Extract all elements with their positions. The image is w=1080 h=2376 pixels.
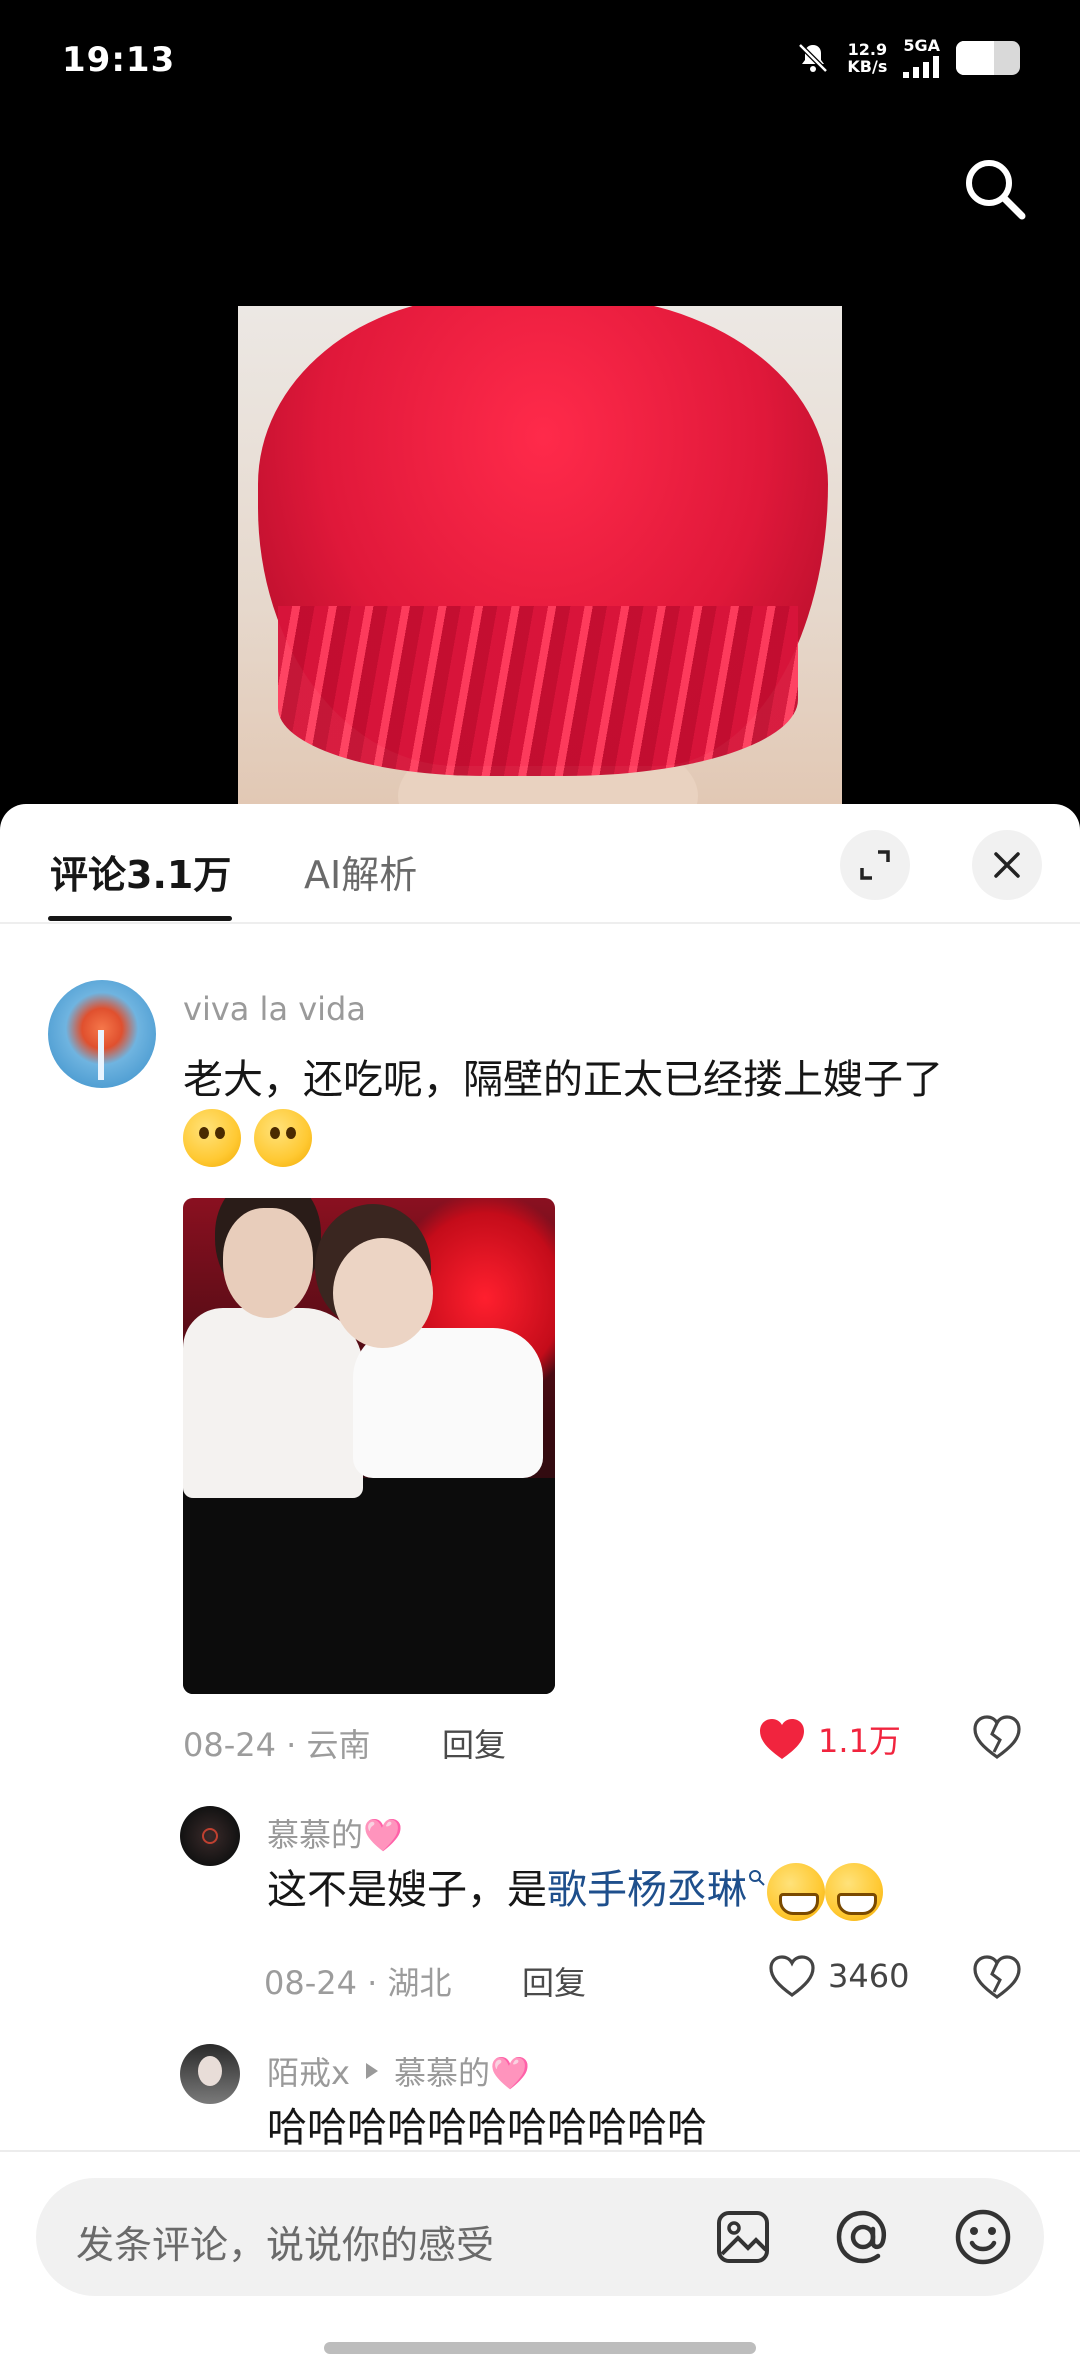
comment-input[interactable]: 发条评论，说说你的感受: [76, 2214, 494, 2269]
thinking-emoji: [253, 1109, 312, 1167]
tab-comments[interactable]: 评论3.1万: [50, 844, 231, 899]
search-icon: [966, 160, 1026, 220]
reply-location: 湖北: [387, 1964, 452, 2002]
video-preview[interactable]: [238, 306, 842, 806]
avatar[interactable]: [180, 1806, 240, 1866]
reply-username[interactable]: 陌戒x: [267, 2048, 350, 2094]
like-button[interactable]: 1.1万: [758, 1716, 901, 1762]
status-bar: 19:13 12.9 KB/s 5GA: [0, 0, 1080, 120]
comment-text-body: 老大，还吃呢，隔壁的正太已经搂上嫂子了: [183, 1057, 943, 1103]
battery-icon: [956, 41, 1020, 75]
image-button[interactable]: [708, 2202, 778, 2272]
mention-button[interactable]: [828, 2202, 898, 2272]
reply-button[interactable]: 回复: [442, 1720, 506, 1766]
like-count: 1.1万: [818, 1722, 901, 1760]
smiley-icon: [955, 2209, 1011, 2265]
signal-bars-icon: [903, 56, 940, 78]
grinning-emoji: [825, 1863, 883, 1921]
avatar[interactable]: [180, 2044, 240, 2104]
expand-button[interactable]: [840, 830, 910, 900]
video-hair-fringe: [278, 606, 798, 776]
reply-date: 08-24: [264, 1964, 357, 2002]
at-mention-icon: [836, 2210, 887, 2264]
comment-tabs: 评论3.1万 AI解析: [0, 804, 1080, 924]
comment-image[interactable]: [183, 1198, 555, 1694]
active-tab-underline: [48, 916, 232, 921]
broken-heart-icon: [973, 1955, 1021, 1999]
status-icons: 12.9 KB/s 5GA: [795, 38, 1020, 78]
expand-icon: [860, 850, 890, 880]
like-button[interactable]: 3460: [768, 1954, 909, 1998]
reply-meta: 08-24 · 湖北: [264, 1964, 452, 2002]
close-icon: [994, 852, 1020, 878]
network-type: 5GA: [903, 36, 940, 55]
avatar[interactable]: [48, 980, 156, 1088]
reply-header: 陌戒x 慕慕的🩷: [267, 2048, 530, 2094]
tab-ai-analysis[interactable]: AI解析: [304, 844, 417, 899]
comment-date: 08-24: [183, 1726, 276, 1764]
avatar-detail: [198, 2056, 222, 2086]
comment-location: 云南: [306, 1726, 371, 1764]
reply-text: 哈哈哈哈哈哈哈哈哈哈哈: [267, 2100, 1047, 2156]
home-indicator[interactable]: [324, 2342, 756, 2354]
emoji-button[interactable]: [948, 2202, 1018, 2272]
cellular-signal: 5GA: [903, 38, 940, 78]
reply-button[interactable]: 回复: [522, 1958, 586, 2004]
network-speed-value: 12.9: [847, 40, 888, 59]
network-speed-unit: KB/s: [847, 57, 888, 76]
comment-input-bar[interactable]: 发条评论，说说你的感受: [36, 2178, 1044, 2296]
dislike-button[interactable]: [972, 1954, 1022, 2004]
reply-text: 这不是嫂子，是歌手杨丞琳: [267, 1862, 1047, 1921]
reply-to-username[interactable]: 慕慕的🩷: [394, 2048, 530, 2094]
image-white-shirt: [183, 1308, 363, 1498]
mute-bell-icon: [798, 43, 829, 73]
reply-text-body: 这不是嫂子，是: [267, 1867, 547, 1913]
network-speed: 12.9 KB/s: [847, 41, 887, 75]
reply-arrow-icon: [365, 2063, 378, 2079]
comment-username[interactable]: viva la vida: [183, 990, 366, 1028]
close-button[interactable]: [972, 830, 1042, 900]
singer-link[interactable]: 歌手杨丞琳: [547, 1867, 747, 1913]
battery-fill: [956, 41, 995, 75]
search-button[interactable]: [960, 154, 1030, 224]
comment-meta: 08-24 · 云南: [183, 1726, 371, 1764]
image-person: [333, 1238, 433, 1348]
divider: [0, 2150, 1080, 2152]
reply-text-body: 哈哈哈哈哈哈哈哈哈哈哈: [267, 2105, 707, 2151]
search-small-icon: [749, 1870, 765, 1886]
image-dark-clothes: [183, 1478, 555, 1694]
status-time: 19:13: [62, 40, 176, 80]
avatar-detail: [202, 1828, 218, 1844]
comment-sheet: 评论3.1万 AI解析 viva la vida 老大，还吃呢，隔壁的正太已经搂…: [0, 804, 1080, 2376]
avatar-detail: [98, 1030, 104, 1080]
dislike-button[interactable]: [972, 1714, 1022, 1764]
broken-heart-icon: [973, 1715, 1021, 1759]
heart-filled-icon: [760, 1719, 804, 1759]
reply-username[interactable]: 慕慕的🩷: [267, 1810, 403, 1856]
grinning-emoji: [767, 1863, 825, 1921]
comment-text: 老大，还吃呢，隔壁的正太已经搂上嫂子了: [183, 1052, 1043, 1167]
image-white-shirt: [353, 1328, 543, 1478]
image-person: [223, 1208, 313, 1318]
like-count: 3460: [828, 1957, 910, 1995]
image-icon: [717, 2211, 769, 2263]
heart-outline-icon: [769, 1955, 815, 1997]
thinking-emoji: [183, 1109, 241, 1167]
